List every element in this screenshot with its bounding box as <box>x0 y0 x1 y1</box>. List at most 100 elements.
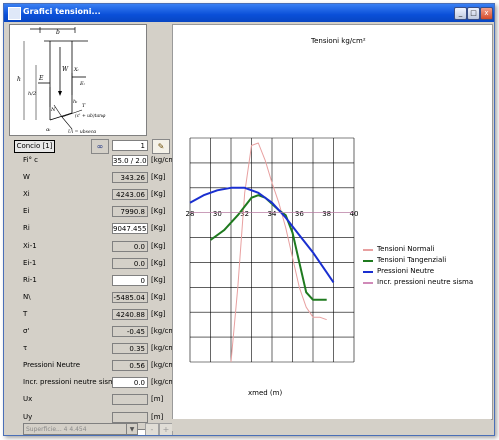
field-label: Ei <box>23 207 30 216</box>
field-label: Incr. pressioni neutre sisma <box>23 378 120 387</box>
field-row: σ' -0.45 [kg/cm²] <box>9 326 181 338</box>
label-xi: Xᵢ <box>73 67 79 73</box>
label-eq2: Ui = ubsecα <box>68 129 96 135</box>
field-label: Ux <box>23 395 33 404</box>
series-pressioni-neutre <box>189 186 335 283</box>
field-label: Ri-1 <box>23 275 37 284</box>
field-value[interactable]: 0.0 <box>112 377 148 389</box>
label-e: E <box>38 75 44 82</box>
main-window: Grafici tensioni... _ □ x h b h/2 hₗ W E… <box>3 3 495 436</box>
field-unit: [m] <box>151 395 164 404</box>
field-value: 7990.8 <box>112 206 148 218</box>
field-unit: [Kg] <box>151 309 166 318</box>
field-label: N\ <box>23 292 31 301</box>
legend-swatch-tangenziali <box>363 260 373 262</box>
chevron-down-icon[interactable]: ▼ <box>126 424 137 434</box>
field-row: T 4240.88 [Kg] <box>9 308 171 321</box>
concio-toolbar: Concio [1] ∞ 1 ✎ <box>9 139 171 154</box>
legend-swatch-pressioni <box>363 271 373 273</box>
field-row: N\ -5485.04 [Kg] <box>9 291 171 304</box>
label-ei: Eᵢ <box>79 81 85 87</box>
concio-number-field[interactable]: 1 <box>112 140 148 151</box>
chart-legend: Tensioni Normali Tensioni Tangenziali Pr… <box>363 244 492 288</box>
field-row: Xi 4243.06 [Kg] <box>9 189 171 201</box>
field-unit: [Kg] <box>151 241 166 250</box>
field-row: Uy [m] <box>9 411 171 424</box>
left-panel: h b h/2 hₗ W E Xᵢ Eᵢ αᵢ N T (c' + ub)tan… <box>6 24 181 435</box>
field-value: -0.45 <box>112 326 148 337</box>
field-value: -5485.04 <box>112 291 148 303</box>
label-h: h <box>17 76 21 83</box>
field-unit: [Kg] <box>151 173 166 182</box>
maximize-button[interactable]: □ <box>467 7 480 20</box>
field-row: Ei-1 0.0 [Kg] <box>9 257 171 270</box>
field-label: W <box>23 173 30 182</box>
field-label: Xi <box>23 190 30 199</box>
field-value[interactable]: 9047.4557 <box>112 223 148 235</box>
plus-button[interactable]: + <box>159 423 173 435</box>
field-row: Ei 7990.8 [Kg] <box>9 206 171 218</box>
close-button[interactable]: x <box>480 7 493 20</box>
field-label: Ri <box>23 224 30 233</box>
concio-button[interactable]: Concio [1] <box>14 140 55 153</box>
status-bar <box>172 419 491 431</box>
field-value: 0.56 <box>112 360 148 372</box>
label-b: b <box>56 29 60 36</box>
field-value <box>112 394 148 406</box>
field-value[interactable]: 35.0 / 2.0 <box>112 155 148 166</box>
x-tick-label: 38 <box>322 210 331 218</box>
label-ai: αᵢ <box>46 127 50 133</box>
binoculars-icon[interactable]: ∞ <box>91 139 109 154</box>
title-bar[interactable]: Grafici tensioni... _ □ x <box>4 4 494 22</box>
legend-item-incr-pressioni: Incr. pressioni neutre sisma <box>363 277 492 288</box>
field-label: τ <box>23 344 28 353</box>
slice-diagram: h b h/2 hₗ W E Xᵢ Eᵢ αᵢ N T (c' + ub)tan… <box>9 24 147 136</box>
label-hi: hₗ <box>73 99 77 105</box>
surface-select-value: Superficie... 4 4.454 <box>26 426 87 433</box>
field-value: 343.26 <box>112 172 148 184</box>
label-n: N <box>50 107 56 113</box>
field-row: τ 0.35 [kg/cm²] <box>9 343 181 355</box>
surface-select[interactable]: Superficie... 4 4.454 ▼ <box>23 423 138 435</box>
field-label: Fi° c <box>23 156 39 164</box>
field-value <box>112 411 148 423</box>
legend-label-incr: Incr. pressioni neutre sisma <box>377 278 474 286</box>
legend-swatch-normali <box>363 249 373 251</box>
x-tick-label: 34 <box>268 210 277 218</box>
x-tick-label: 36 <box>295 210 304 218</box>
field-value: 4240.88 <box>112 308 148 320</box>
field-row: Pressioni Neutre 0.56 [kg/cm²] <box>9 360 181 372</box>
tension-chart: 28 30 32 34 36 38 40 <box>186 137 358 363</box>
window-title: Grafici tensioni... <box>23 7 101 16</box>
legend-swatch-incr <box>363 282 373 284</box>
field-label: Uy <box>23 412 33 421</box>
field-value: 0.35 <box>112 343 148 355</box>
chart-xlabel: xmed (m) <box>248 389 283 397</box>
field-value: 0.0 <box>112 240 148 252</box>
legend-item-tensioni-normali: Tensioni Normali <box>363 244 492 255</box>
field-value[interactable]: 0 <box>112 274 148 286</box>
pencil-icon[interactable]: ✎ <box>152 139 170 154</box>
field-label: Ei-1 <box>23 258 37 267</box>
slice-diagram-svg: h b h/2 hₗ W E Xᵢ Eᵢ αᵢ N T (c' + ub)tan… <box>17 27 106 135</box>
field-label: Xi-1 <box>23 241 37 250</box>
field-row: Ri-1 0 [Kg] <box>9 274 171 287</box>
minus-button[interactable]: - <box>145 423 159 435</box>
label-eq1: (c' + ub)tanφ <box>75 112 106 119</box>
u-arrow <box>61 116 73 130</box>
field-label: T <box>23 309 28 318</box>
legend-item-pressioni-neutre: Pressioni Neutre <box>363 266 492 277</box>
field-row: Incr. pressioni neutre sisma 0.0 [kg/cm²] <box>9 377 181 389</box>
legend-item-tensioni-tangenziali: Tensioni Tangenziali <box>363 255 492 266</box>
legend-label-pressioni: Pressioni Neutre <box>377 267 435 275</box>
legend-label-normali: Tensioni Normali <box>377 245 435 253</box>
field-unit: [Kg] <box>151 258 166 267</box>
field-value: 4243.06 <box>112 189 148 201</box>
field-row: Ux [m] <box>9 394 171 406</box>
field-row: Xi-1 0.0 [Kg] <box>9 240 171 253</box>
x-tick-label: 28 <box>186 210 195 218</box>
field-label: σ' <box>23 327 30 335</box>
field-unit: [Kg] <box>151 292 166 301</box>
weight-arrowhead <box>58 91 62 96</box>
minimize-button[interactable]: _ <box>454 7 467 20</box>
